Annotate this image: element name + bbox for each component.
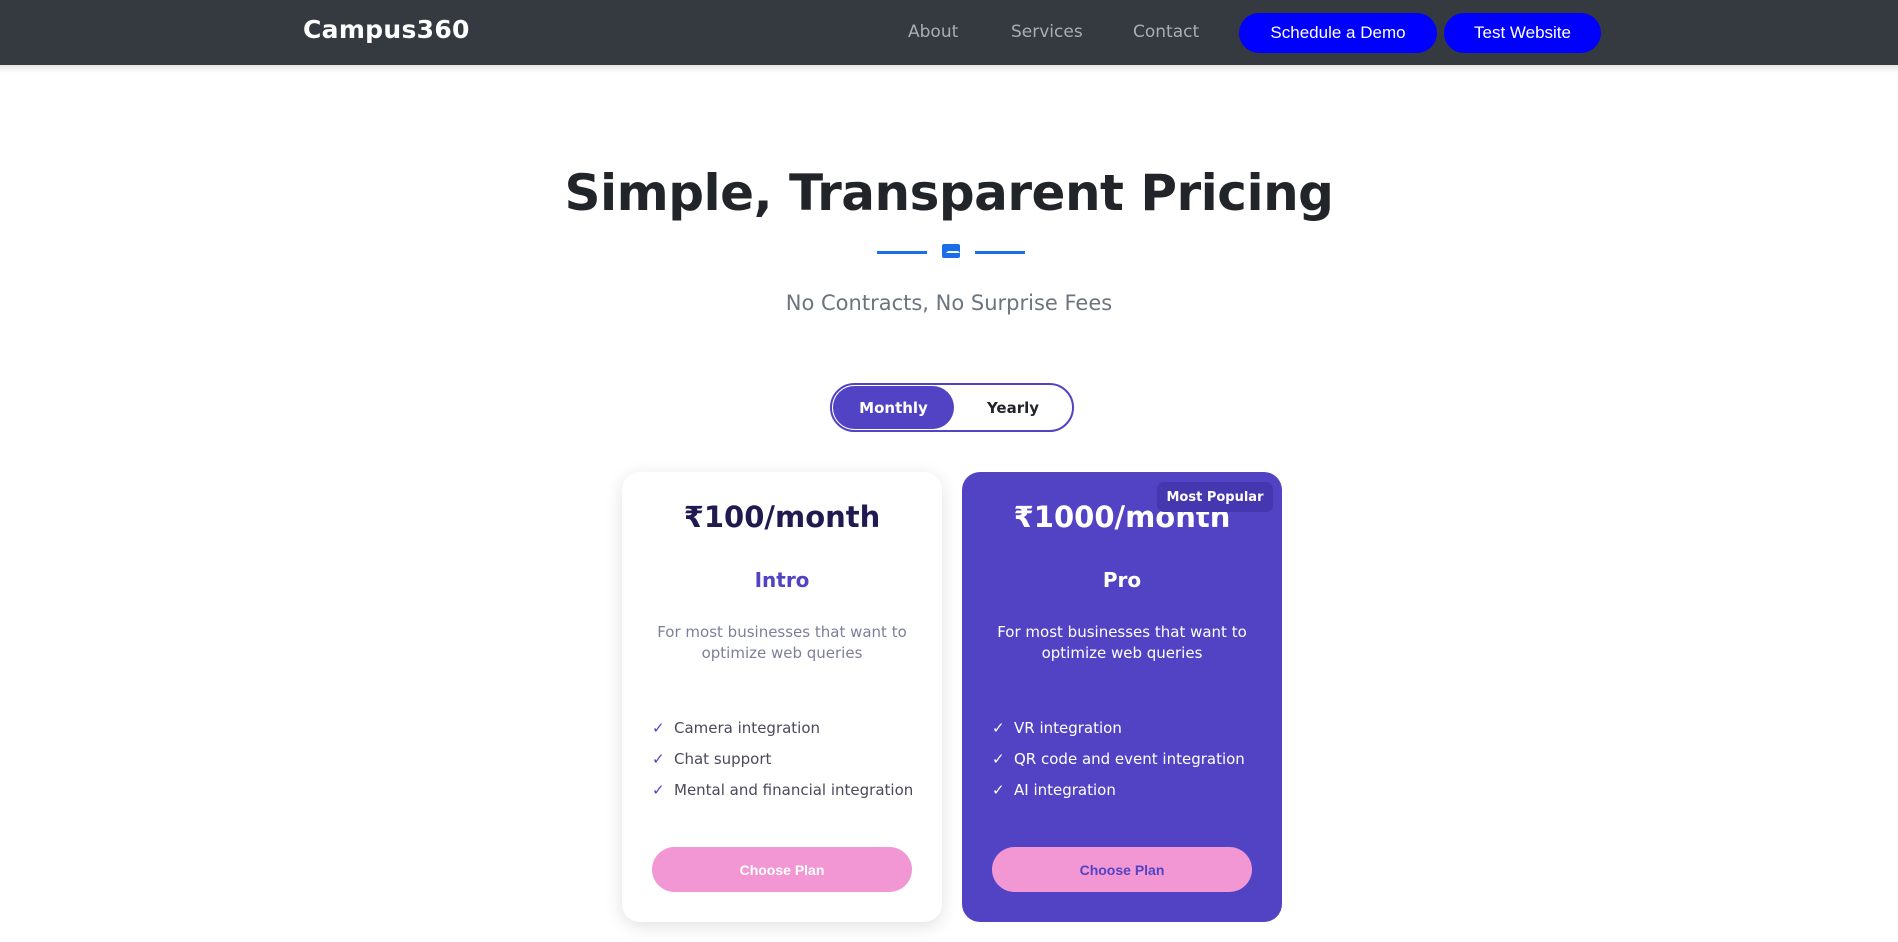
nav-link-services[interactable]: Services <box>1011 22 1083 42</box>
divider-line-right <box>975 251 1025 254</box>
nav-link-about[interactable]: About <box>908 22 958 42</box>
most-popular-badge: Most Popular <box>1157 482 1273 512</box>
pricing-card-intro: ₹100/month Intro For most businesses tha… <box>622 472 942 922</box>
billing-toggle: Monthly Yearly <box>830 383 1074 432</box>
envelope-icon <box>942 244 960 258</box>
check-icon: ✓ <box>992 780 1005 799</box>
pricing-card-pro: ₹1000/month Most Popular Pro For most bu… <box>962 472 1282 922</box>
feature-item: ✓ Camera integration <box>652 712 932 743</box>
check-icon: ✓ <box>652 749 665 768</box>
feature-label: VR integration <box>1014 718 1122 737</box>
navbar-shadow <box>0 65 1898 73</box>
feature-item: ✓ QR code and event integration <box>992 743 1272 774</box>
toggle-monthly[interactable]: Monthly <box>833 386 954 429</box>
divider-line-left <box>877 251 927 254</box>
navbar: Campus360 About Services Contact Schedul… <box>0 0 1898 65</box>
choose-plan-button-intro[interactable]: Choose Plan <box>652 847 912 892</box>
page-title: Simple, Transparent Pricing <box>564 164 1334 222</box>
feature-label: Camera integration <box>674 718 821 737</box>
nav-link-contact[interactable]: Contact <box>1133 22 1199 42</box>
feature-item: ✓ Mental and financial integration <box>652 774 932 805</box>
feature-label: AI integration <box>1014 780 1116 799</box>
feature-item: ✓ VR integration <box>992 712 1272 743</box>
check-icon: ✓ <box>652 718 665 737</box>
check-icon: ✓ <box>992 749 1005 768</box>
plan-price: ₹100/month <box>683 500 881 534</box>
check-icon: ✓ <box>992 718 1005 737</box>
plan-name: Pro <box>1102 568 1142 592</box>
schedule-demo-button[interactable]: Schedule a Demo <box>1239 13 1437 53</box>
feature-item: ✓ Chat support <box>652 743 932 774</box>
feature-label: QR code and event integration <box>1014 749 1245 768</box>
feature-list: ✓ Camera integration ✓ Chat support ✓ Menta… <box>652 712 932 805</box>
check-icon: ✓ <box>652 780 665 799</box>
brand-logo[interactable]: Campus360 <box>303 15 470 44</box>
choose-plan-button-pro[interactable]: Choose Plan <box>992 847 1252 892</box>
feature-list: ✓ VR integration ✓ QR code and event integ… <box>992 712 1272 805</box>
feature-item: ✓ AI integration <box>992 774 1272 805</box>
feature-label: Chat support <box>674 749 772 768</box>
test-website-button[interactable]: Test Website <box>1444 13 1601 53</box>
plan-description: For most businesses that want to optimiz… <box>997 623 1247 662</box>
toggle-yearly[interactable]: Yearly <box>954 386 1072 429</box>
page-subtitle: No Contracts, No Surprise Fees <box>785 291 1113 315</box>
feature-label: Mental and financial integration <box>674 780 914 799</box>
plan-description: For most businesses that want to optimiz… <box>657 623 907 662</box>
plan-name: Intro <box>754 568 810 592</box>
